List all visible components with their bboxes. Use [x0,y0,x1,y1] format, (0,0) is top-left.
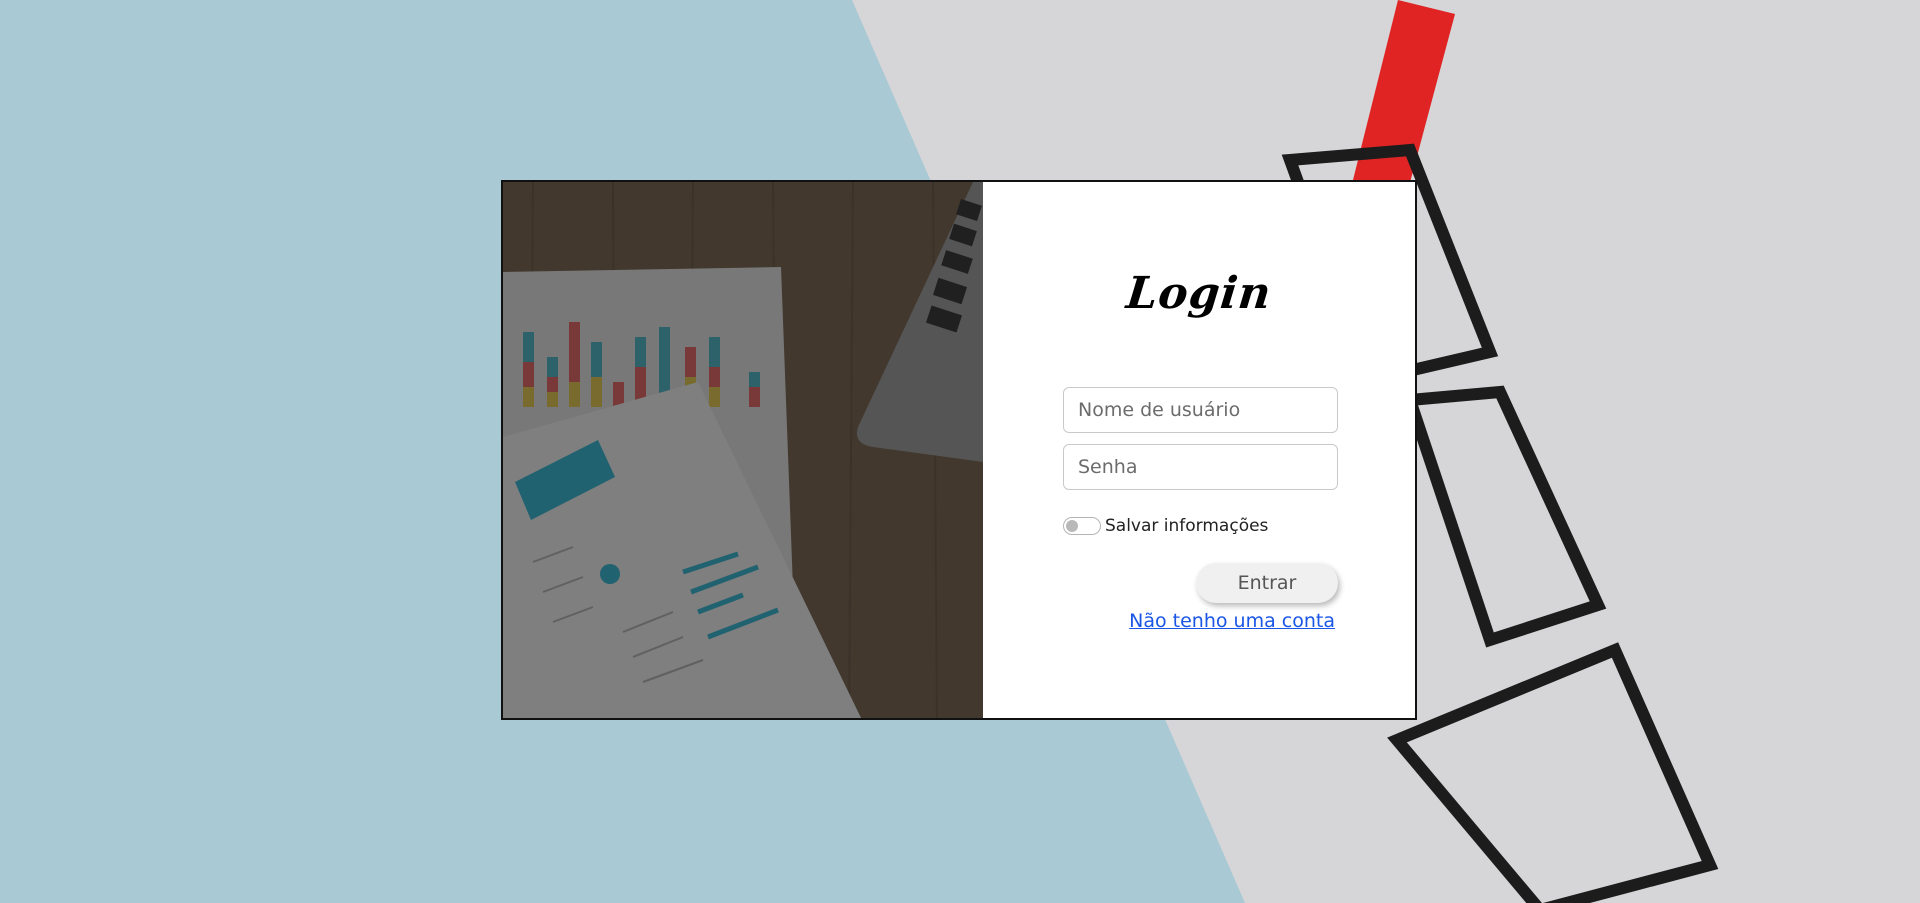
username-input[interactable] [1063,387,1338,433]
password-input[interactable] [1063,444,1338,490]
login-form: Login Salvar informações Entrar Não tenh… [983,182,1415,718]
login-card: Login Salvar informações Entrar Não tenh… [501,180,1417,720]
desk-photo [503,182,983,718]
login-title: Login [1123,268,1275,319]
signup-link[interactable]: Não tenho uma conta [1129,610,1335,632]
toggle-knob [1066,520,1078,532]
save-info-toggle[interactable] [1063,517,1101,535]
enter-button[interactable]: Entrar [1196,563,1338,603]
save-info-row: Salvar informações [1063,516,1268,536]
save-info-label: Salvar informações [1105,516,1269,536]
